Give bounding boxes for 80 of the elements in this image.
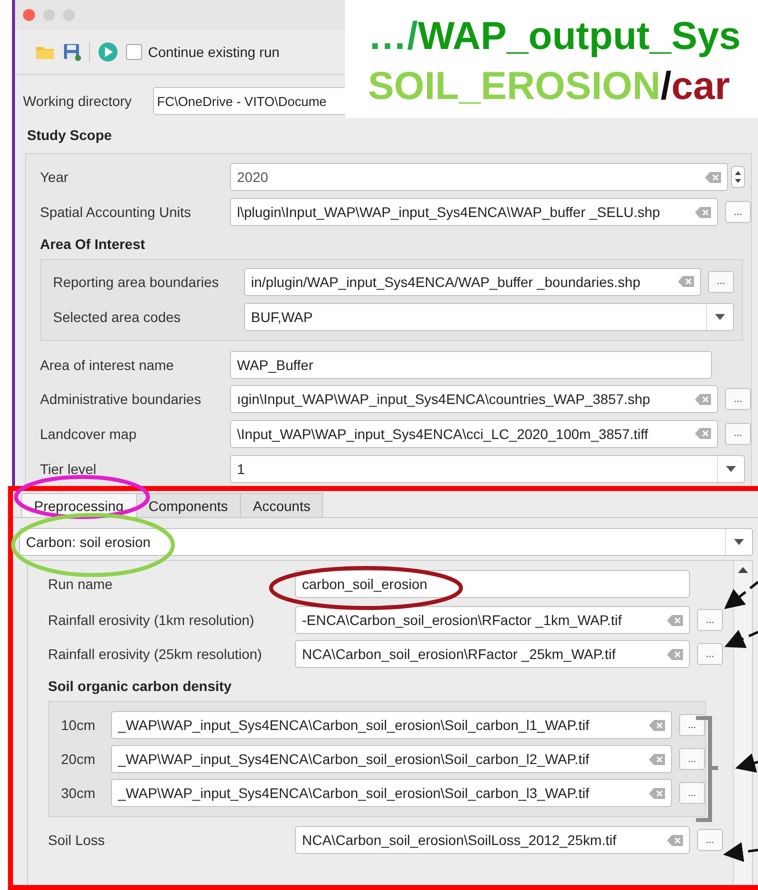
- clear-icon[interactable]: [678, 276, 694, 288]
- spin-field[interactable]: 2020: [230, 163, 728, 192]
- section-heading: Study Scope: [27, 127, 113, 143]
- group-heading: Area Of Interest: [40, 236, 146, 252]
- tab[interactable]: Accounts: [240, 493, 324, 517]
- dropdown[interactable]: 1: [230, 454, 745, 483]
- module-dropdown[interactable]: Carbon: soil erosion: [19, 528, 753, 556]
- field-label: Soil Loss: [48, 832, 106, 848]
- field-label: Area of interest name: [40, 356, 175, 372]
- callout-text: SOIL_EROSION: [368, 65, 661, 108]
- clear-icon[interactable]: [649, 720, 665, 730]
- clear-icon[interactable]: [695, 206, 711, 218]
- browse-button[interactable]: ...: [697, 643, 723, 665]
- dropdown-caret-icon: [734, 539, 744, 545]
- save-icon[interactable]: [63, 43, 81, 61]
- clear-icon[interactable]: [705, 172, 721, 183]
- dropdown-caret-icon: [726, 466, 736, 472]
- file-path-field[interactable]: _WAP\WAP_input_Sys4ENCA\Carbon_soil_erosion\Soil_carbon_l3_WAP.tif: [111, 779, 672, 807]
- pointer-arrow: [724, 581, 758, 610]
- dropdown-caret-icon: [715, 314, 725, 320]
- scroll-up-icon[interactable]: [738, 567, 748, 573]
- folder-icon[interactable]: [35, 44, 55, 60]
- clear-icon[interactable]: [695, 428, 711, 440]
- file-path-field[interactable]: _WAP\WAP_input_Sys4ENCA\Carbon_soil_erosion\Soil_carbon_l1_WAP.tif: [111, 711, 672, 739]
- field-label: Landcover map: [40, 426, 138, 442]
- pointer-arrow: [724, 630, 758, 648]
- field-label: 20cm: [61, 751, 96, 767]
- text-field[interactable]: carbon_soil_erosion: [295, 570, 690, 598]
- clear-icon[interactable]: [649, 788, 665, 798]
- file-path-field[interactable]: _WAP\WAP_input_Sys4ENCA\Carbon_soil_erosion\Soil_carbon_l2_WAP.tif: [111, 745, 672, 773]
- callout-text: car: [671, 65, 730, 108]
- group-heading: Soil organic carbon density: [48, 678, 232, 694]
- field-label: Year: [40, 169, 70, 186]
- field-label: Reporting area boundaries: [53, 274, 220, 290]
- callout-text: /: [660, 65, 672, 108]
- browse-button[interactable]: ...: [697, 609, 723, 631]
- browse-button[interactable]: ...: [679, 714, 705, 736]
- clear-icon[interactable]: [667, 614, 683, 626]
- dropdown[interactable]: BUF,WAP: [244, 302, 734, 331]
- clear-icon[interactable]: [667, 648, 683, 660]
- browse-button[interactable]: ...: [725, 388, 751, 410]
- field-label: Tier level: [40, 460, 98, 477]
- pointer-arrow: [723, 842, 758, 862]
- file-path-field[interactable]: l\plugin\Input_WAP\WAP_input_Sys4ENCA\WAP_buffer _SELU.shp: [230, 198, 718, 226]
- browse-button[interactable]: ...: [697, 829, 723, 851]
- checkbox-label: Continue existing run: [148, 44, 280, 60]
- callout-text: WAP_output_Sys: [418, 15, 741, 58]
- field-label: 10cm: [61, 717, 96, 733]
- file-path-field[interactable]: NCA\Carbon_soil_erosion\SoilLoss_2012_25km.tif: [295, 826, 690, 854]
- file-path-field[interactable]: ıgin\Input_WAP\WAP_input_Sys4ENCA\countries_WAP_3857.shp: [230, 385, 718, 414]
- browse-button[interactable]: ...: [725, 422, 751, 445]
- field-label: Spatial Accounting Units: [40, 204, 192, 220]
- field-label: Administrative boundaries: [40, 391, 202, 408]
- field-label: Selected area codes: [53, 308, 182, 325]
- file-path-field[interactable]: \Input_WAP\WAP_input_Sys4ENCA\cci_LC_2020_100m_3857.tiff: [230, 420, 718, 448]
- spin-arrows-icon[interactable]: [731, 166, 745, 188]
- clear-icon[interactable]: [667, 834, 683, 846]
- browse-button[interactable]: ...: [708, 270, 734, 293]
- file-path-field[interactable]: in/plugin/WAP_input_Sys4ENCA/WAP_buffer _boundaries.shp: [244, 268, 701, 296]
- clear-icon[interactable]: [649, 754, 665, 764]
- clear-icon[interactable]: [695, 394, 711, 405]
- field-label: Rainfall erosivity (25km resolution): [48, 646, 263, 662]
- field-label: 30cm: [61, 785, 96, 801]
- callout-text: …/: [368, 15, 418, 58]
- browse-button[interactable]: ...: [679, 782, 705, 804]
- text-field[interactable]: FC\OneDrive - VITO\Docume: [153, 87, 347, 115]
- close-icon[interactable]: [23, 9, 35, 21]
- tab[interactable]: Components: [136, 493, 241, 517]
- file-path-field[interactable]: NCA\Carbon_soil_erosion\RFactor _25km_WAP.tif: [295, 640, 690, 668]
- play-icon[interactable]: [98, 42, 118, 62]
- field-label: Working directory: [23, 93, 133, 109]
- field-label: Run name: [48, 576, 114, 592]
- checkbox[interactable]: [126, 44, 142, 60]
- browse-button[interactable]: ...: [725, 201, 751, 224]
- field-label: Rainfall erosivity (1km resolution): [48, 612, 256, 628]
- text-field[interactable]: WAP_Buffer: [230, 350, 712, 378]
- scrollbar[interactable]: [733, 561, 752, 885]
- pointer-arrow: [735, 753, 758, 773]
- file-path-field[interactable]: -ENCA\Carbon_soil_erosion\RFactor _1km_WAP.tif: [295, 606, 690, 634]
- browse-button[interactable]: ...: [679, 748, 705, 770]
